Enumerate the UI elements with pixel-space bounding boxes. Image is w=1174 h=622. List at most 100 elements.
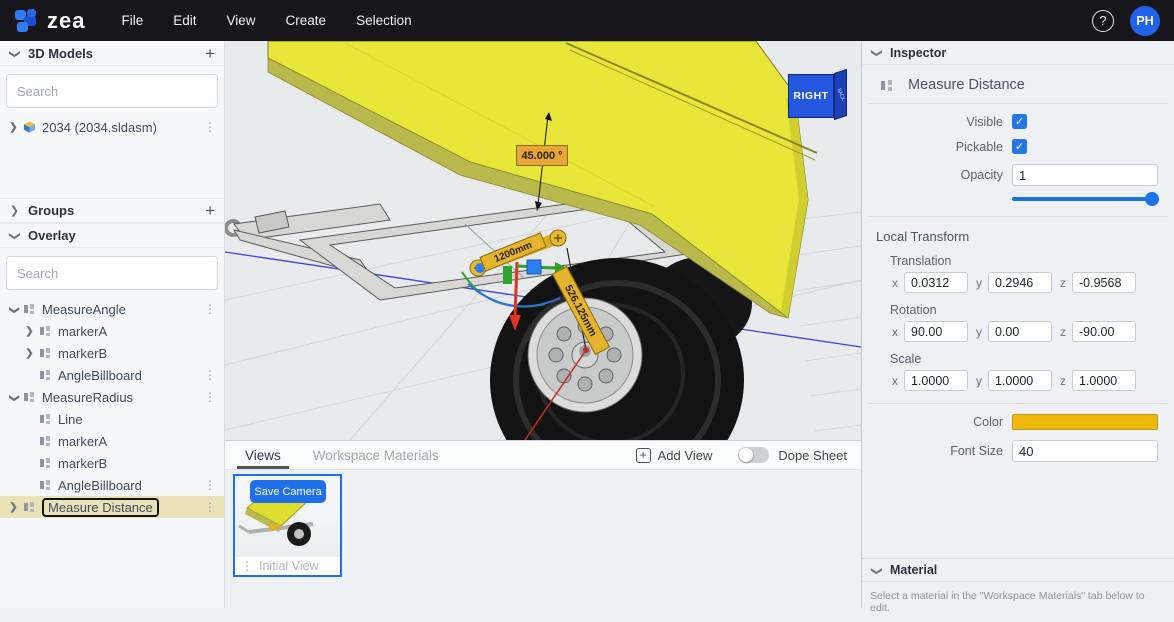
font-size-input[interactable] <box>1012 440 1158 462</box>
overlay-node-anglebillboard[interactable]: AngleBillboard ⋮ <box>0 364 224 386</box>
user-avatar[interactable]: PH <box>1130 6 1160 36</box>
logo-text: zea <box>47 8 85 34</box>
save-camera-button[interactable]: Save Camera <box>250 480 326 503</box>
scale-z-input[interactable] <box>1072 370 1136 391</box>
scale-x-input[interactable] <box>904 370 968 391</box>
translation-x-input[interactable] <box>904 272 968 293</box>
chevron-down-icon[interactable]: ❯ <box>9 231 22 242</box>
chevron-right-icon[interactable]: ❯ <box>8 502 19 513</box>
tab-views[interactable]: Views <box>233 441 293 469</box>
menu-file[interactable]: File <box>121 13 143 28</box>
overlay-node-measure-distance-selected[interactable]: ❯ Measure Distance ⋮ <box>0 496 224 518</box>
rotation-z-input[interactable] <box>1072 321 1136 342</box>
chevron-right-icon[interactable]: ❯ <box>9 204 20 217</box>
check-icon: ✓ <box>1015 140 1024 153</box>
node-icon <box>39 413 52 425</box>
overlay-node-measureradius[interactable]: ❯ MeasureRadius ⋮ <box>0 386 224 408</box>
add-view-button[interactable]: + Add View <box>636 448 713 463</box>
overlay-node-markera2[interactable]: markerA <box>0 430 224 452</box>
scale-label: Scale <box>890 352 1174 366</box>
chevron-right-icon[interactable]: ❯ <box>24 326 35 337</box>
chevron-down-icon[interactable]: ❯ <box>9 48 22 59</box>
translation-label: Translation <box>890 254 1174 268</box>
tab-workspace-materials[interactable]: Workspace Materials <box>301 441 451 469</box>
rotation-x-input[interactable] <box>904 321 968 342</box>
node-label-editing[interactable]: Measure Distance <box>42 498 159 517</box>
check-icon: ✓ <box>1015 115 1024 128</box>
axis-x-label: x <box>890 325 898 339</box>
axis-y-label: y <box>974 374 982 388</box>
kebab-icon[interactable]: ⋮ <box>204 390 216 404</box>
dope-sheet-toggle[interactable] <box>738 447 769 463</box>
opacity-slider[interactable] <box>1012 192 1158 206</box>
chevron-right-icon[interactable]: ❯ <box>8 122 19 133</box>
groups-section-header[interactable]: ❯ Groups + <box>0 198 224 223</box>
axis-z-label: z <box>1058 374 1066 388</box>
kebab-icon[interactable]: ⋮ <box>204 500 216 514</box>
menu-create[interactable]: Create <box>286 13 327 28</box>
chevron-down-icon[interactable]: ❯ <box>871 48 884 59</box>
menu-selection[interactable]: Selection <box>356 13 412 28</box>
chevron-right-icon[interactable]: ❯ <box>24 348 35 359</box>
font-size-label: Font Size <box>862 444 1012 458</box>
node-icon <box>39 435 52 447</box>
color-label: Color <box>862 415 1012 429</box>
color-swatch[interactable] <box>1012 414 1158 430</box>
pickable-label: Pickable <box>862 140 1012 154</box>
overlay-node-markerb[interactable]: ❯ markerB <box>0 342 224 364</box>
kebab-icon[interactable]: ⋮ <box>204 302 216 316</box>
chevron-down-icon[interactable]: ❯ <box>9 304 20 315</box>
dope-sheet-label: Dope Sheet <box>778 448 847 463</box>
overlay-node-anglebillboard2[interactable]: AngleBillboard ⋮ <box>0 474 224 496</box>
models-search-input[interactable] <box>6 74 218 108</box>
pickable-checkbox[interactable]: ✓ <box>1012 139 1027 154</box>
kebab-icon[interactable]: ⋮ <box>204 120 216 134</box>
translation-y-input[interactable] <box>988 272 1052 293</box>
slider-track[interactable] <box>1012 197 1158 201</box>
inspected-item-title: Measure Distance <box>908 77 1025 93</box>
rotation-y-input[interactable] <box>988 321 1052 342</box>
angle-measurement-billboard[interactable]: 45.000 ° <box>516 145 568 166</box>
models-section-header[interactable]: ❯ 3D Models + <box>0 41 224 66</box>
slider-thumb[interactable] <box>1145 192 1159 206</box>
inspector-header[interactable]: ❯ Inspector <box>862 41 1174 65</box>
scale-y-input[interactable] <box>988 370 1052 391</box>
material-section-header[interactable]: ❯ Material <box>862 558 1174 582</box>
overlay-node-markera[interactable]: ❯ markerA <box>0 320 224 342</box>
kebab-icon[interactable]: ⋮ <box>204 478 216 492</box>
zea-logo[interactable]: zea <box>14 8 85 34</box>
overlay-node-markerb2[interactable]: markerB <box>0 452 224 474</box>
translation-z-input[interactable] <box>1072 272 1136 293</box>
top-menu-bar: zea File Edit View Create Selection ? PH <box>0 0 1174 41</box>
node-icon <box>23 391 36 403</box>
axis-y-label: y <box>974 325 982 339</box>
groups-section-title: Groups <box>28 203 74 218</box>
axis-y-label: y <box>974 276 982 290</box>
overlay-section-title: Overlay <box>28 228 76 243</box>
view-cube-side-face[interactable]: BACK <box>834 69 847 120</box>
view-card-initial[interactable]: Save Camera ⋮ Initial View <box>233 474 342 577</box>
add-group-button[interactable]: + <box>205 202 215 219</box>
axis-z-label: z <box>1058 325 1066 339</box>
view-cube-side-label: BACK <box>835 87 845 102</box>
model-tree-item-2034[interactable]: ❯ 2034 (2034.sldasm) ⋮ <box>0 116 224 138</box>
kebab-icon[interactable]: ⋮ <box>204 368 216 382</box>
overlay-section-header[interactable]: ❯ Overlay <box>0 223 224 248</box>
opacity-label: Opacity <box>862 168 1012 182</box>
chevron-down-icon[interactable]: ❯ <box>9 392 20 403</box>
menu-view[interactable]: View <box>227 13 256 28</box>
opacity-input[interactable] <box>1012 164 1158 186</box>
add-model-button[interactable]: + <box>205 45 215 62</box>
viewport-3d[interactable]: 45.000 ° 1200mm 526.125mm RIGHT BACK <box>225 41 861 440</box>
menu-edit[interactable]: Edit <box>173 13 196 28</box>
view-cube-right-face[interactable]: RIGHT <box>788 74 834 118</box>
node-icon <box>39 347 52 359</box>
visible-checkbox[interactable]: ✓ <box>1012 114 1027 129</box>
kebab-icon[interactable]: ⋮ <box>241 559 253 573</box>
overlay-node-measureangle[interactable]: ❯ MeasureAngle ⋮ <box>0 298 224 320</box>
overlay-search-input[interactable] <box>6 256 218 290</box>
app-window: zea File Edit View Create Selection ? PH… <box>0 0 1174 608</box>
help-icon[interactable]: ? <box>1092 10 1114 32</box>
chevron-down-icon[interactable]: ❯ <box>871 565 884 576</box>
overlay-node-line[interactable]: Line <box>0 408 224 430</box>
